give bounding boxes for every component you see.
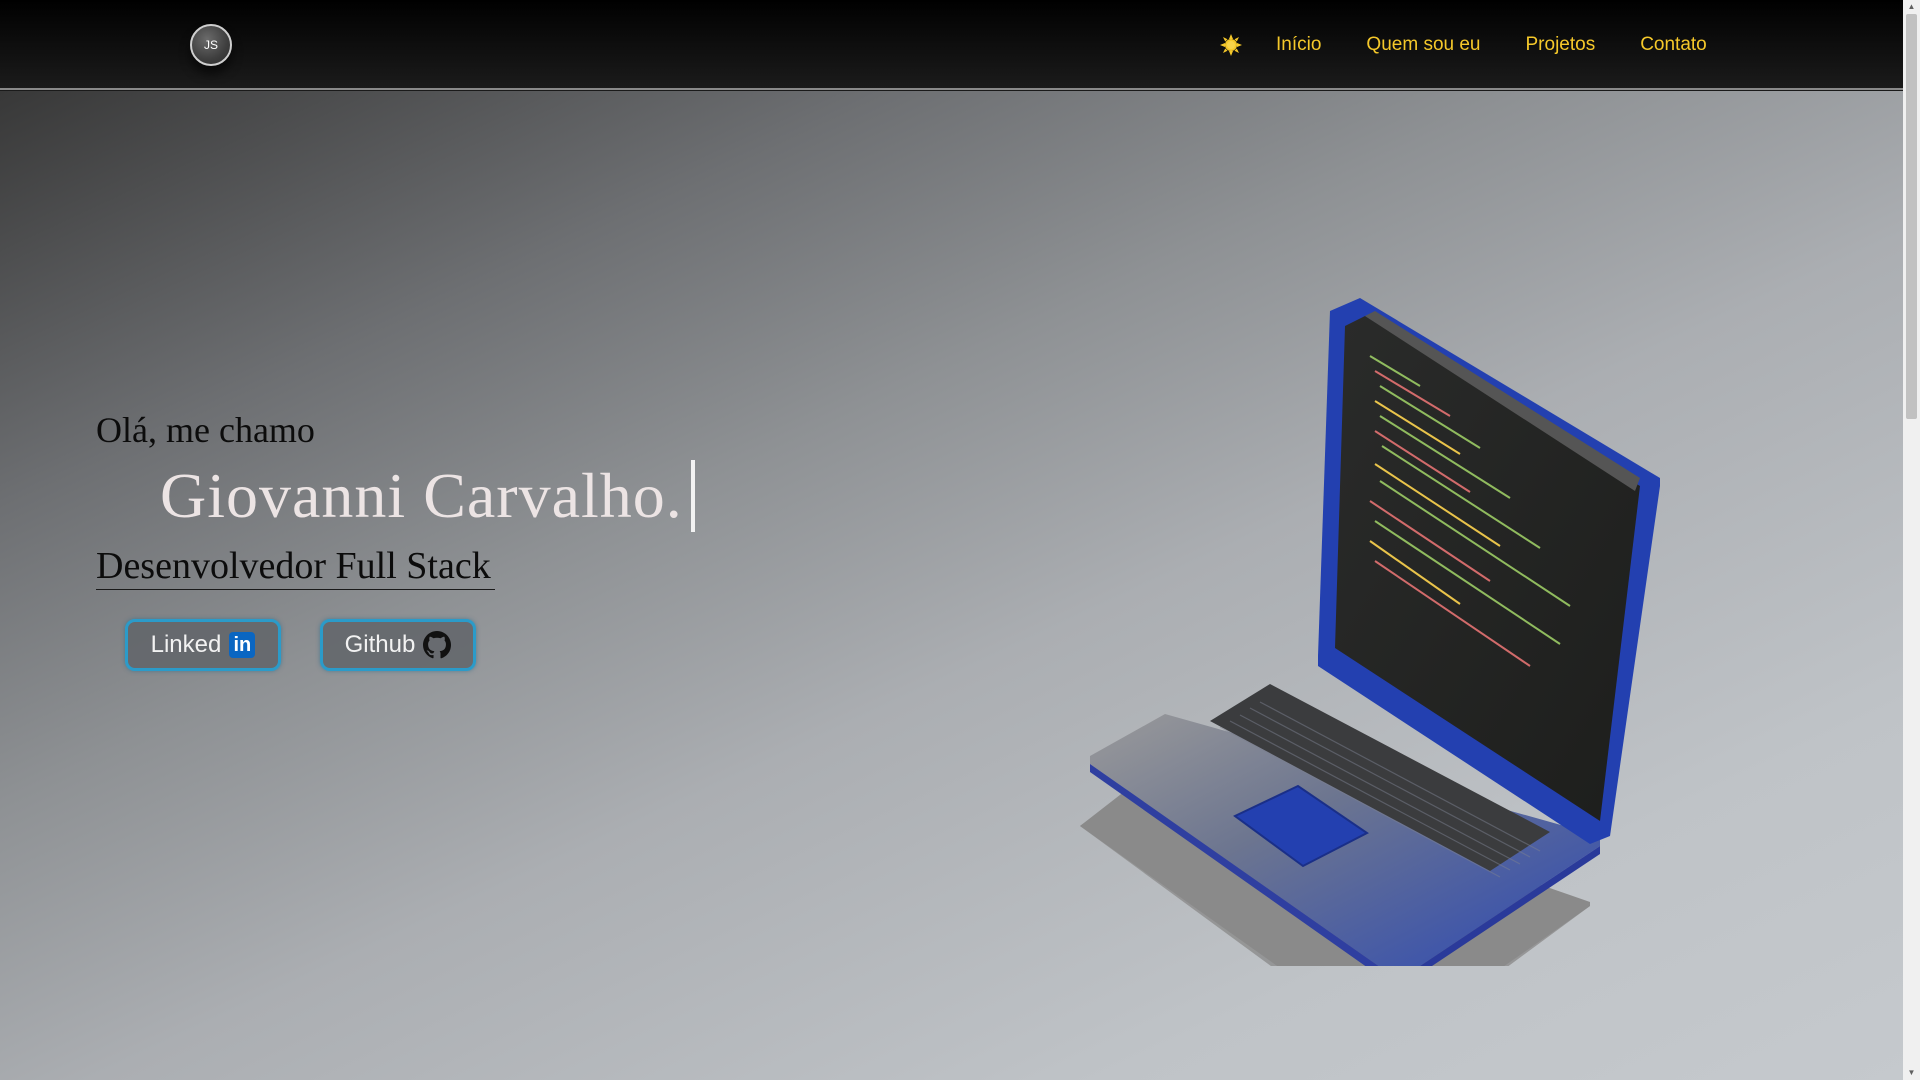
laptop-illustration: [1070, 216, 1680, 1046]
nav-link-quem-sou-eu[interactable]: Quem sou eu: [1366, 32, 1480, 58]
hero-section: Olá, me chamo Giovanni Carvalho. Desenvo…: [0, 91, 1903, 1080]
name-row: Giovanni Carvalho.: [160, 459, 695, 533]
linkedin-button[interactable]: Linked in: [125, 619, 281, 671]
typing-cursor: [690, 460, 695, 532]
site-header: JS Início Quem sou eu Projetos Contato: [0, 0, 1903, 90]
nav-link-inicio[interactable]: Início: [1276, 32, 1321, 58]
nav-link-contato[interactable]: Contato: [1640, 32, 1707, 58]
greeting-text: Olá, me chamo: [96, 410, 315, 450]
github-icon: [423, 631, 452, 659]
linkedin-icon: in: [229, 632, 256, 658]
scroll-up-icon[interactable]: ▲: [1903, 0, 1920, 14]
github-button-label: Github: [344, 631, 416, 658]
github-button[interactable]: Github: [320, 619, 476, 671]
scrollbar-thumb[interactable]: [1906, 14, 1917, 419]
hero-name: Giovanni Carvalho.: [160, 460, 683, 531]
linkedin-button-label: Linked: [150, 631, 222, 658]
nav-link-projetos[interactable]: Projetos: [1526, 32, 1596, 58]
role-title: Desenvolvedor Full Stack: [96, 543, 495, 590]
logo-avatar[interactable]: JS: [190, 24, 232, 66]
scroll-down-icon[interactable]: ▼: [1903, 1066, 1920, 1080]
page-scrollbar[interactable]: ▲ ▼: [1903, 0, 1920, 1080]
sun-icon[interactable]: [1218, 32, 1244, 58]
main-nav: Início Quem sou eu Projetos Contato: [1218, 32, 1707, 58]
